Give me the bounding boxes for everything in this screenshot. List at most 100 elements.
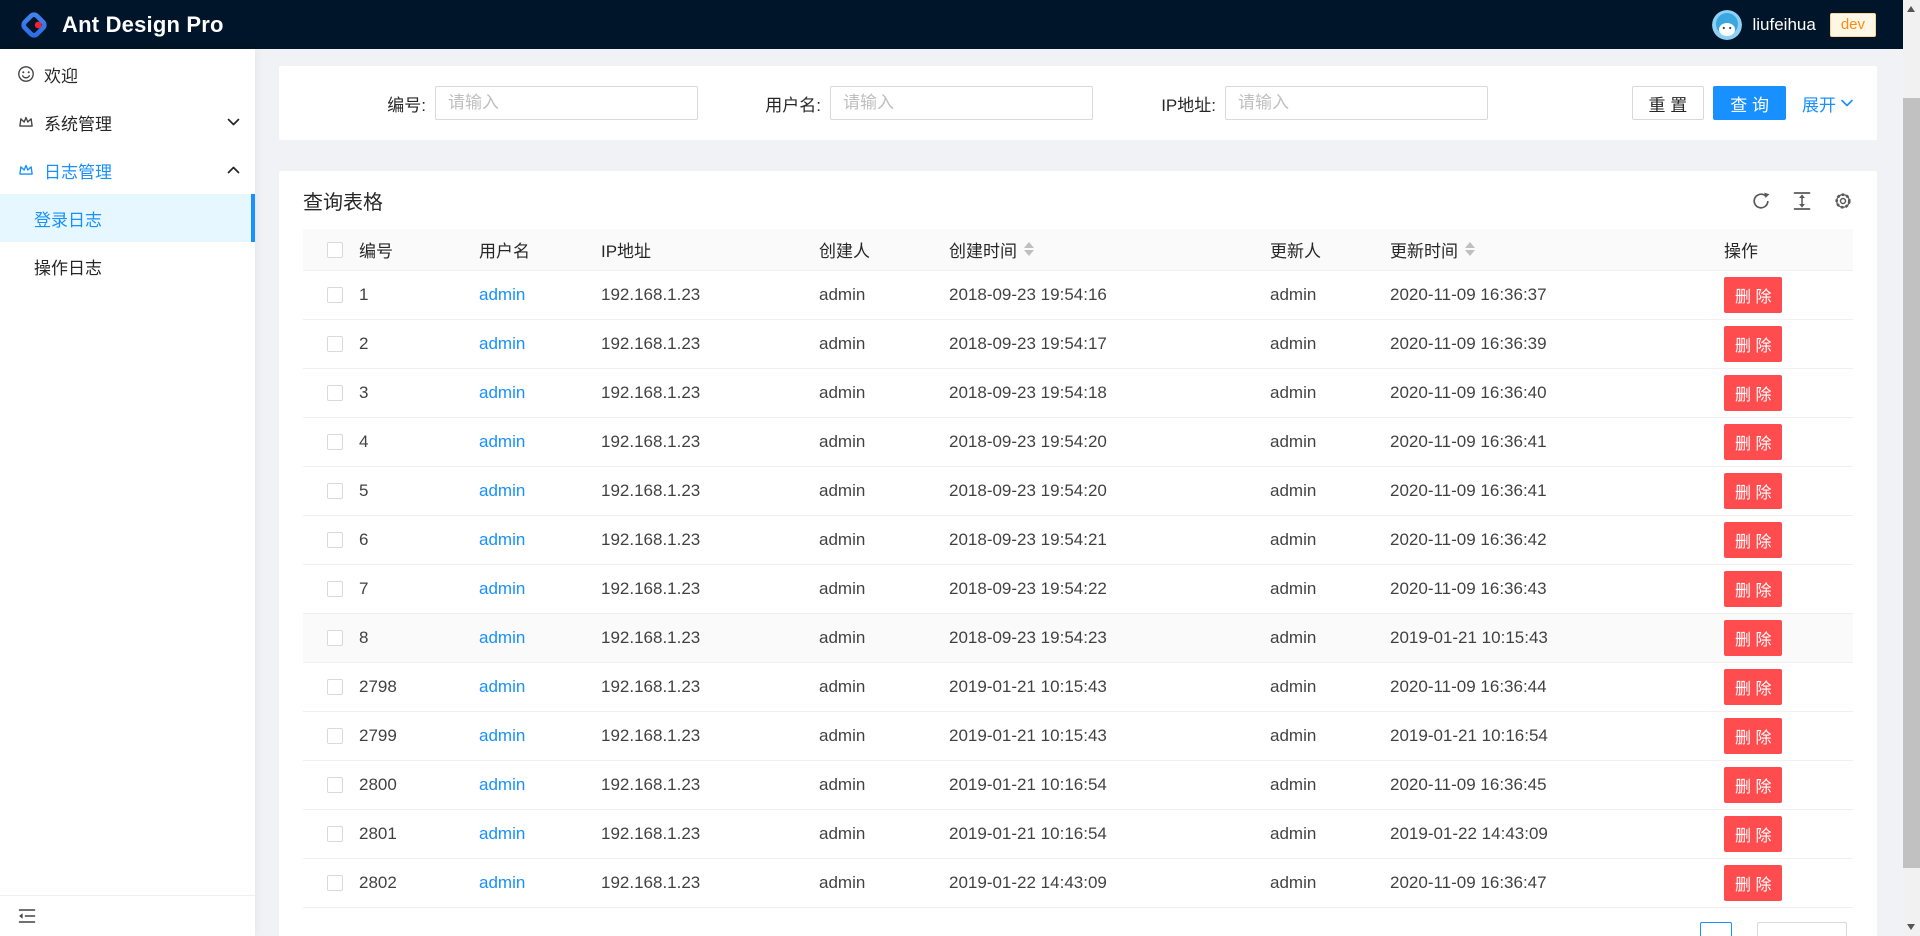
delete-button[interactable]: 删 除: [1724, 277, 1782, 313]
sidebar-item-welcome[interactable]: 欢迎: [0, 50, 255, 98]
cell-created: 2018-09-23 19:54:18: [941, 368, 1262, 417]
table-row: 7 admin 192.168.1.23 admin 2018-09-23 19…: [303, 564, 1853, 613]
cell-creator: admin: [811, 270, 941, 319]
row-checkbox[interactable]: [327, 728, 343, 744]
sidebar-item-login-log[interactable]: 登录日志: [0, 194, 255, 242]
row-checkbox[interactable]: [327, 875, 343, 891]
delete-button[interactable]: 删 除: [1724, 718, 1782, 754]
delete-button[interactable]: 删 除: [1724, 620, 1782, 656]
delete-button[interactable]: 删 除: [1724, 473, 1782, 509]
cell-updated: 2020-11-09 16:36:43: [1382, 564, 1716, 613]
row-checkbox[interactable]: [327, 777, 343, 793]
table-row: 2802 admin 192.168.1.23 admin 2019-01-22…: [303, 858, 1853, 907]
cell-updater: admin: [1262, 515, 1382, 564]
sidebar-item-log-management[interactable]: 日志管理: [0, 146, 255, 194]
select-all-checkbox[interactable]: [327, 242, 343, 258]
username-link[interactable]: admin: [479, 628, 525, 647]
cell-id: 2799: [351, 711, 471, 760]
sidebar-item-operation-log[interactable]: 操作日志: [0, 242, 255, 290]
username-field[interactable]: [830, 86, 1093, 120]
id-field[interactable]: [435, 86, 698, 120]
column-header-created-sortable[interactable]: 创建时间: [949, 237, 1034, 262]
column-header-updated-sortable[interactable]: 更新时间: [1390, 237, 1475, 262]
expand-link[interactable]: 展开: [1802, 91, 1853, 116]
cell-creator: admin: [811, 809, 941, 858]
scrollbar-down-arrow-icon[interactable]: [1907, 924, 1915, 930]
cell-updater: admin: [1262, 613, 1382, 662]
cell-ip: 192.168.1.23: [593, 613, 811, 662]
row-checkbox[interactable]: [327, 679, 343, 695]
username-link[interactable]: admin: [479, 285, 525, 304]
cell-updated: 2020-11-09 16:36:41: [1382, 417, 1716, 466]
row-checkbox[interactable]: [327, 287, 343, 303]
table-row: 2800 admin 192.168.1.23 admin 2019-01-21…: [303, 760, 1853, 809]
table-row: 3 admin 192.168.1.23 admin 2018-09-23 19…: [303, 368, 1853, 417]
cell-updated: 2020-11-09 16:36:39: [1382, 319, 1716, 368]
reset-button[interactable]: 重 置: [1632, 86, 1705, 120]
cell-created: 2018-09-23 19:54:17: [941, 319, 1262, 368]
delete-button[interactable]: 删 除: [1724, 669, 1782, 705]
ant-design-logo-icon: [17, 8, 51, 42]
row-checkbox[interactable]: [327, 532, 343, 548]
delete-button[interactable]: 删 除: [1724, 522, 1782, 558]
logo-area[interactable]: Ant Design Pro: [17, 8, 224, 42]
cell-created: 2018-09-23 19:54:20: [941, 417, 1262, 466]
row-checkbox[interactable]: [327, 385, 343, 401]
delete-button[interactable]: 删 除: [1724, 571, 1782, 607]
density-icon[interactable]: [1792, 191, 1812, 211]
reload-icon[interactable]: [1751, 191, 1771, 211]
chevron-down-icon: [1841, 99, 1853, 107]
username-link[interactable]: admin: [479, 873, 525, 892]
row-checkbox[interactable]: [327, 483, 343, 499]
form-actions: 重 置 查 询 展开: [1632, 86, 1853, 120]
username-link[interactable]: admin: [479, 334, 525, 353]
username-link[interactable]: admin: [479, 726, 525, 745]
settings-gear-icon[interactable]: [1833, 191, 1853, 211]
vertical-scrollbar[interactable]: [1903, 0, 1920, 936]
search-form-card: 编号: 用户名: IP地址: 重 置 查 询 展开: [279, 66, 1877, 140]
row-checkbox[interactable]: [327, 826, 343, 842]
ip-field[interactable]: [1225, 86, 1488, 120]
username-link[interactable]: admin: [479, 383, 525, 402]
row-checkbox[interactable]: [327, 434, 343, 450]
menu-fold-icon[interactable]: [17, 906, 37, 926]
query-button[interactable]: 查 询: [1713, 86, 1786, 120]
username-link[interactable]: admin: [479, 432, 525, 451]
username-link[interactable]: admin: [479, 824, 525, 843]
sidebar-item-label: 登录日志: [34, 206, 102, 231]
page-size-select[interactable]: [1757, 922, 1847, 936]
delete-button[interactable]: 删 除: [1724, 424, 1782, 460]
cell-ip: 192.168.1.23: [593, 417, 811, 466]
row-checkbox[interactable]: [327, 581, 343, 597]
username-link[interactable]: admin: [479, 677, 525, 696]
delete-button[interactable]: 删 除: [1724, 767, 1782, 803]
row-checkbox[interactable]: [327, 336, 343, 352]
username-label[interactable]: liufeihua: [1752, 15, 1815, 35]
delete-button[interactable]: 删 除: [1724, 375, 1782, 411]
query-table: 编号 用户名 IP地址 创建人 创建时间: [303, 229, 1853, 908]
column-header-creator: 创建人: [811, 229, 941, 270]
cell-updater: admin: [1262, 711, 1382, 760]
username-link[interactable]: admin: [479, 775, 525, 794]
delete-button[interactable]: 删 除: [1724, 326, 1782, 362]
delete-button[interactable]: 删 除: [1724, 816, 1782, 852]
scrollbar-up-arrow-icon[interactable]: [1907, 6, 1915, 12]
user-avatar[interactable]: [1712, 10, 1742, 40]
cell-updater: admin: [1262, 858, 1382, 907]
cell-id: 4: [351, 417, 471, 466]
sort-carets-icon: [1024, 242, 1034, 256]
username-link[interactable]: admin: [479, 579, 525, 598]
delete-button[interactable]: 删 除: [1724, 865, 1782, 901]
row-checkbox[interactable]: [327, 630, 343, 646]
main-layout: 欢迎 系统管理: [0, 49, 1920, 936]
sidebar-footer: [0, 895, 255, 936]
username-link[interactable]: admin: [479, 530, 525, 549]
table-row: 6 admin 192.168.1.23 admin 2018-09-23 19…: [303, 515, 1853, 564]
scrollbar-thumb[interactable]: [1903, 98, 1920, 868]
crown-icon: [17, 113, 35, 131]
cell-ip: 192.168.1.23: [593, 711, 811, 760]
pagination-active-page[interactable]: [1700, 922, 1732, 936]
username-link[interactable]: admin: [479, 481, 525, 500]
sidebar-item-system-management[interactable]: 系统管理: [0, 98, 255, 146]
cell-ip: 192.168.1.23: [593, 466, 811, 515]
